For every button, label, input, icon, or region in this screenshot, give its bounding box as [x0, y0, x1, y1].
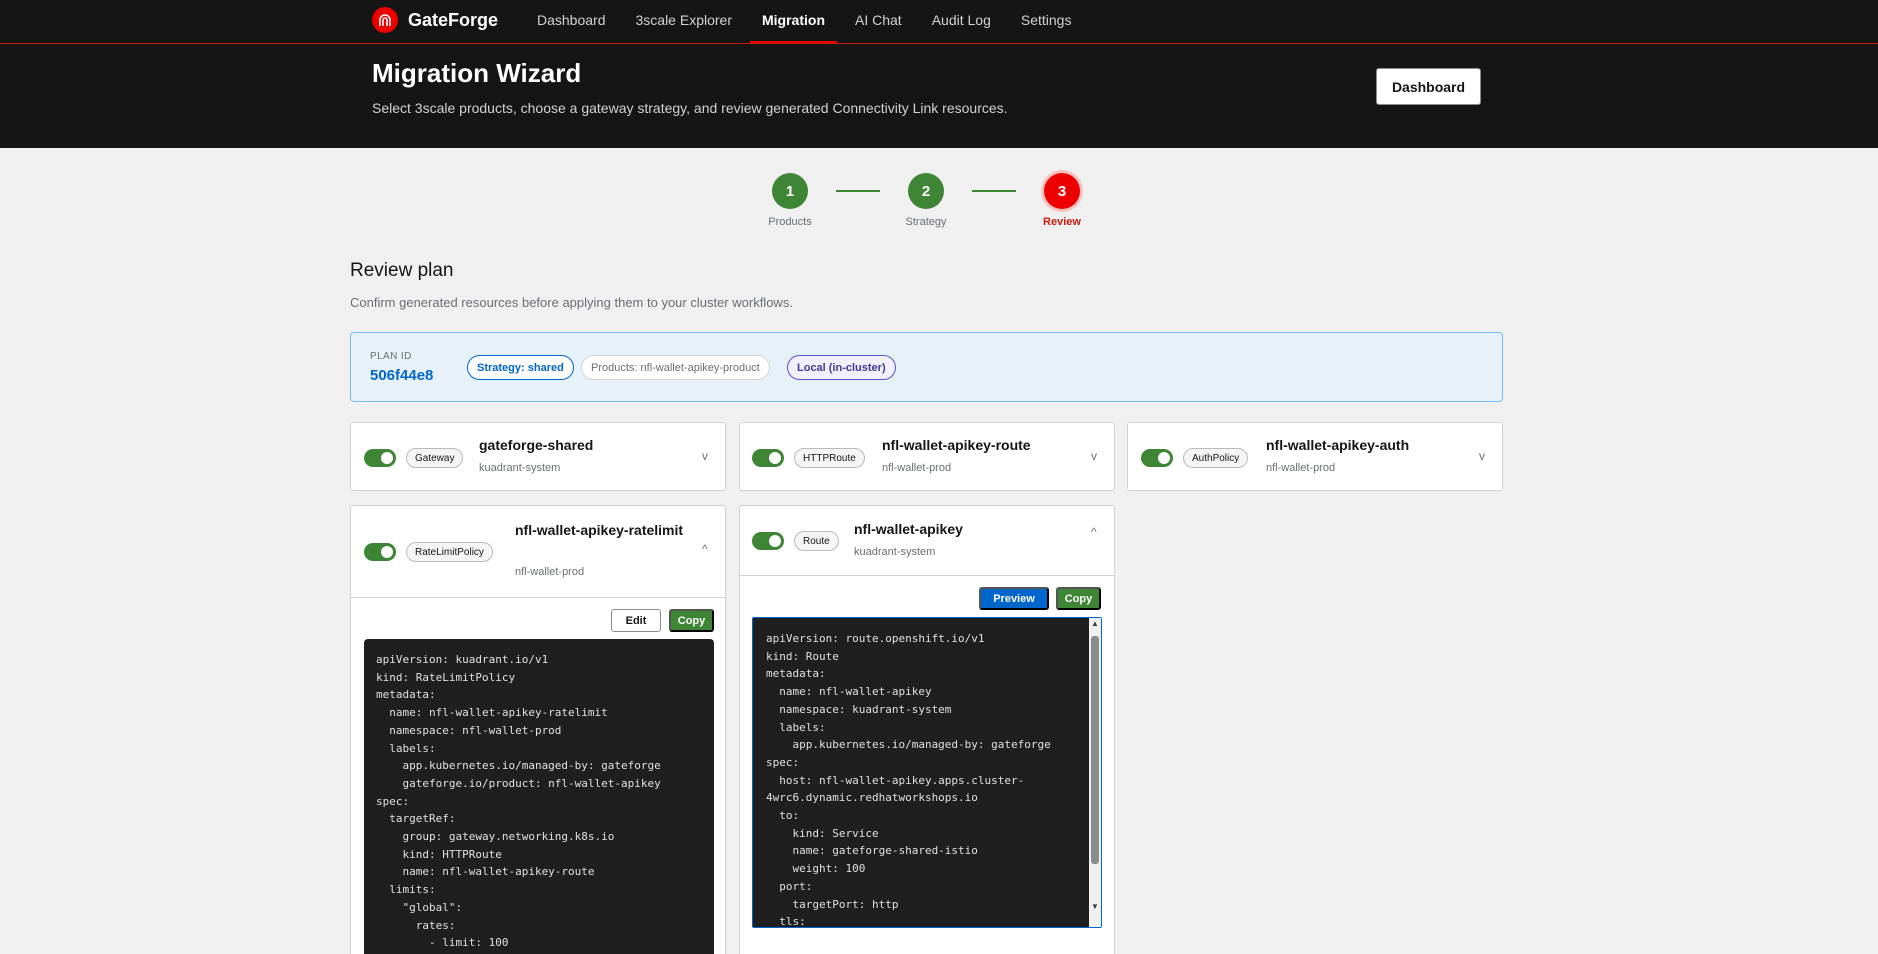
resource-namespace: kuadrant-system: [854, 546, 936, 558]
step-strategy[interactable]: 2 Strategy: [886, 173, 966, 228]
enable-toggle[interactable]: [364, 543, 396, 561]
resource-name: nfl-wallet-apikey-auth: [1266, 437, 1410, 453]
target-chip: Local (in-cluster): [787, 355, 896, 380]
chevron-up-icon[interactable]: ^: [1091, 525, 1097, 539]
step-connector: [972, 190, 1016, 192]
chevron-down-icon[interactable]: v: [1479, 449, 1485, 463]
resource-card-gateway[interactable]: Gateway gateforge-shared kuadrant-system…: [350, 422, 726, 491]
brand[interactable]: GateForge: [372, 7, 498, 33]
nav-item-audit-log[interactable]: Audit Log: [920, 0, 1003, 43]
kind-chip: AuthPolicy: [1183, 448, 1249, 468]
review-plan-subtitle: Confirm generated resources before apply…: [350, 295, 793, 310]
enable-toggle[interactable]: [1141, 449, 1173, 467]
step-number: 2: [908, 173, 944, 209]
step-label: Strategy: [905, 216, 947, 228]
copy-button[interactable]: Copy: [669, 609, 714, 632]
edit-button[interactable]: Edit: [611, 609, 661, 632]
scroll-thumb[interactable]: [1091, 636, 1099, 864]
resource-card-httproute[interactable]: HTTPRoute nfl-wallet-apikey-route nfl-wa…: [739, 422, 1115, 491]
yaml-viewer[interactable]: apiVersion: kuadrant.io/v1 kind: RateLim…: [364, 639, 714, 954]
resource-namespace: nfl-wallet-prod: [882, 462, 952, 474]
plan-id-label: PLAN ID: [370, 351, 412, 362]
nav-menu: Dashboard 3scale Explorer Migration AI C…: [525, 0, 1089, 44]
resource-name: nfl-wallet-apikey-route: [882, 437, 1031, 453]
chevron-up-icon[interactable]: ^: [702, 542, 708, 556]
step-number: 3: [1044, 173, 1080, 209]
yaml-editor[interactable]: apiVersion: route.openshift.io/v1 kind: …: [752, 617, 1102, 928]
editor-scrollbar[interactable]: ▲ ▼: [1089, 618, 1101, 927]
step-review[interactable]: 3 Review: [1022, 173, 1102, 228]
resource-name: nfl-wallet-apikey: [854, 521, 963, 537]
nav-item-dashboard[interactable]: Dashboard: [525, 0, 618, 43]
resource-card-route[interactable]: Route nfl-wallet-apikey kuadrant-system …: [739, 505, 1115, 954]
chevron-down-icon[interactable]: v: [1091, 449, 1097, 463]
enable-toggle[interactable]: [752, 449, 784, 467]
enable-toggle[interactable]: [364, 449, 396, 467]
page-title: Migration Wizard: [372, 58, 582, 88]
review-plan-title: Review plan: [350, 260, 454, 281]
enable-toggle[interactable]: [752, 532, 784, 550]
top-navigation: GateForge Dashboard 3scale Explorer Migr…: [0, 0, 1878, 44]
kind-chip: Route: [794, 531, 839, 551]
copy-button[interactable]: Copy: [1056, 587, 1101, 610]
strategy-chip: Strategy: shared: [467, 355, 574, 380]
resource-namespace: kuadrant-system: [479, 462, 561, 474]
step-label: Review: [1043, 216, 1081, 228]
resource-namespace: nfl-wallet-prod: [1266, 462, 1336, 474]
preview-button[interactable]: Preview: [979, 587, 1049, 610]
step-label: Products: [768, 216, 812, 228]
step-number: 1: [772, 173, 808, 209]
brand-name: GateForge: [408, 9, 499, 30]
nav-item-settings[interactable]: Settings: [1009, 0, 1084, 43]
kind-chip: Gateway: [406, 448, 464, 468]
dashboard-button[interactable]: Dashboard: [1376, 68, 1481, 105]
kind-chip: HTTPRoute: [794, 448, 865, 468]
scroll-up-icon[interactable]: ▲: [1089, 619, 1101, 628]
card-divider: [351, 597, 725, 598]
resource-name: gateforge-shared: [479, 437, 594, 453]
scroll-down-icon[interactable]: ▼: [1089, 902, 1101, 911]
resource-namespace: nfl-wallet-prod: [515, 566, 585, 578]
nav-item-ai-chat[interactable]: AI Chat: [843, 0, 914, 43]
resource-card-ratelimitpolicy[interactable]: RateLimitPolicy nfl-wallet-apikey-rateli…: [350, 505, 726, 954]
step-connector: [836, 190, 880, 192]
chevron-down-icon[interactable]: v: [702, 449, 708, 463]
plan-id: 506f44e8: [370, 367, 434, 384]
card-divider: [740, 575, 1114, 576]
plan-summary: PLAN ID 506f44e8 Strategy: shared Produc…: [350, 332, 1503, 402]
resource-name: nfl-wallet-apikey-ratelimit: [515, 522, 684, 538]
kind-chip: RateLimitPolicy: [406, 542, 493, 562]
resource-card-authpolicy[interactable]: AuthPolicy nfl-wallet-apikey-auth nfl-wa…: [1127, 422, 1503, 491]
page-header: Migration Wizard Select 3scale products,…: [0, 44, 1878, 148]
products-chip: Products: nfl-wallet-apikey-product: [581, 355, 770, 380]
step-products[interactable]: 1 Products: [750, 173, 830, 228]
gateforge-logo-icon: [372, 7, 398, 33]
nav-item-migration[interactable]: Migration: [750, 0, 837, 43]
page-subtitle: Select 3scale products, choose a gateway…: [372, 100, 1008, 116]
nav-item-3scale-explorer[interactable]: 3scale Explorer: [624, 0, 745, 43]
